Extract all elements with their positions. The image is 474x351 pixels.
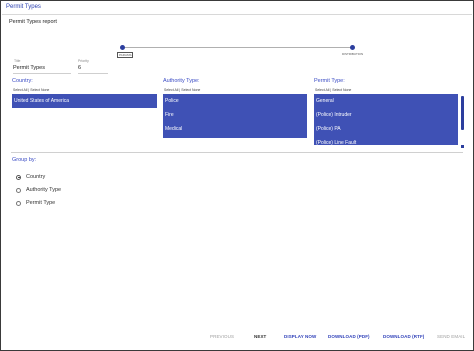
permit-option[interactable]: (Police) Line Fault — [314, 136, 458, 145]
permit-title: Permit Type: — [314, 78, 345, 84]
permit-option[interactable]: General — [314, 94, 458, 108]
country-listbox[interactable]: United States of America — [12, 94, 157, 108]
permit-select-links: Select All | Select None — [315, 88, 351, 92]
permit-select-all[interactable]: Select All — [315, 88, 329, 92]
title-divider — [2, 14, 472, 15]
permit-listbox[interactable]: General (Police) Intruder (Police) PA (P… — [314, 94, 458, 145]
title-field-label: Title — [14, 59, 21, 63]
priority-field[interactable]: 6 — [78, 65, 81, 71]
permit-scroll-thumb[interactable] — [461, 96, 464, 130]
step-params-label[interactable]: PARAMS — [117, 52, 134, 58]
download-rtf-button[interactable]: DOWNLOAD (RTF) — [383, 334, 424, 339]
country-select-none[interactable]: Select None — [30, 88, 49, 92]
permit-option[interactable]: (Police) Intruder — [314, 108, 458, 122]
authority-select-none[interactable]: Select None — [181, 88, 200, 92]
group-by-title: Group by: — [12, 157, 37, 163]
radio-checked-icon[interactable] — [16, 174, 21, 180]
next-button[interactable]: NEXT — [254, 334, 266, 339]
group-by-option-label: Authority Type — [26, 187, 62, 193]
priority-field-label: Priority — [78, 59, 89, 63]
country-select-all[interactable]: Select All — [13, 88, 27, 92]
step-distribution-label[interactable]: DISTRIBUTION — [342, 52, 363, 56]
previous-button[interactable]: PREVIOUS — [210, 334, 234, 339]
group-by-option-label: Country — [26, 174, 46, 180]
authority-title: Authority Type: — [163, 78, 200, 84]
section-divider — [11, 152, 463, 153]
group-by-option-label: Permit Type — [26, 200, 56, 206]
group-by-authority-type[interactable]: Authority Type — [16, 186, 61, 194]
title-field[interactable]: Permit Types — [13, 65, 45, 71]
send-email-button[interactable]: SEND EMAIL — [437, 334, 465, 339]
stepper-line — [123, 47, 354, 48]
title-field-underline — [13, 73, 71, 74]
authority-option[interactable]: Fire — [163, 108, 307, 122]
display-now-button[interactable]: DISPLAY NOW — [284, 334, 316, 339]
step-params-dot[interactable] — [120, 45, 125, 50]
report-name: Permit Types report — [9, 19, 57, 25]
authority-select-all[interactable]: Select All — [164, 88, 178, 92]
radio-unchecked-icon[interactable] — [16, 187, 21, 193]
authority-listbox[interactable]: Police Fire Medical — [163, 94, 307, 138]
group-by-permit-type[interactable]: Permit Type — [16, 199, 55, 207]
window-title: Permit Types — [6, 4, 41, 10]
step-distribution-dot[interactable] — [350, 45, 355, 50]
country-select-links: Select All | Select None — [13, 88, 49, 92]
radio-unchecked-icon[interactable] — [16, 200, 21, 206]
scroll-down-arrow-icon[interactable] — [461, 145, 464, 148]
permit-select-none[interactable]: Select None — [332, 88, 351, 92]
priority-field-underline — [78, 73, 108, 74]
permit-scrollbar[interactable] — [461, 94, 464, 144]
download-pdf-button[interactable]: DOWNLOAD (PDF) — [328, 334, 370, 339]
permit-option[interactable]: (Police) PA — [314, 122, 458, 136]
authority-option[interactable]: Police — [163, 94, 307, 108]
group-by-country[interactable]: Country — [16, 173, 45, 181]
stepper: PARAMS DISTRIBUTION — [117, 45, 363, 59]
country-title: Country: — [12, 78, 33, 84]
action-bar: PREVIOUS NEXT DISPLAY NOW DOWNLOAD (PDF)… — [1, 334, 474, 342]
report-dialog: Permit Types Permit Types report PARAMS … — [0, 0, 474, 351]
authority-option[interactable]: Medical — [163, 122, 307, 136]
country-option[interactable]: United States of America — [12, 94, 157, 108]
authority-select-links: Select All | Select None — [164, 88, 200, 92]
